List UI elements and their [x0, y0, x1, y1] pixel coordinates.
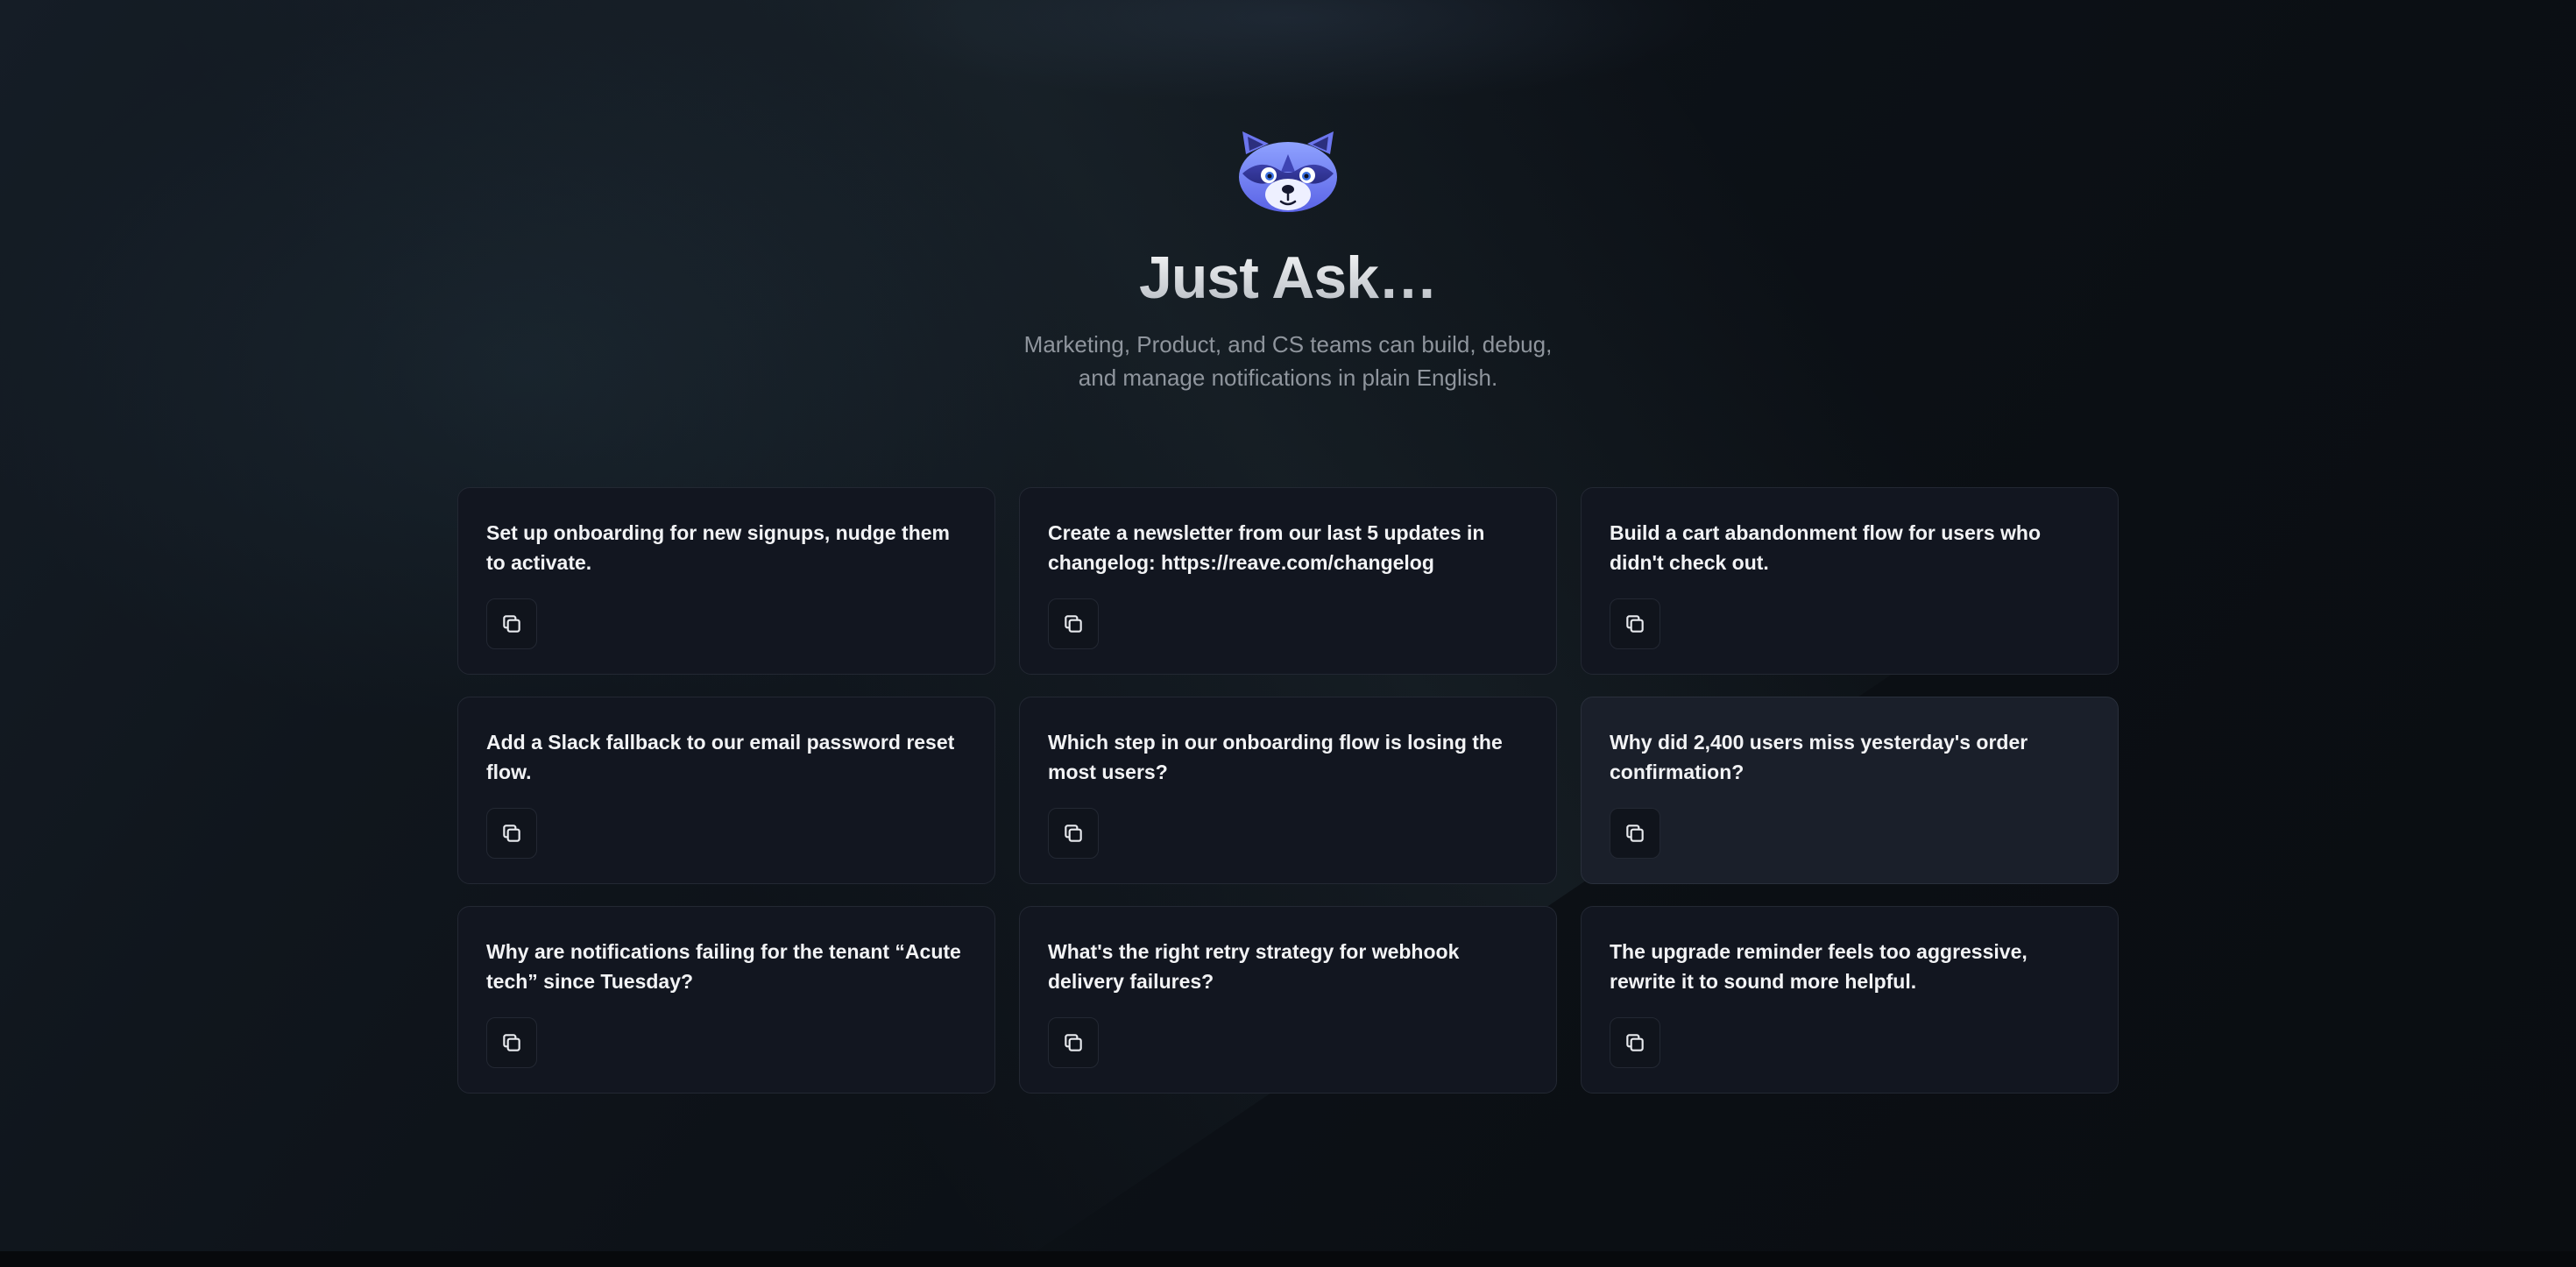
copy-button[interactable] [1048, 1017, 1099, 1068]
prompt-card[interactable]: Set up onboarding for new signups, nudge… [457, 487, 995, 675]
copy-button[interactable] [1610, 598, 1660, 649]
prompt-text: Create a newsletter from our last 5 upda… [1048, 521, 1485, 574]
prompt-grid: Set up onboarding for new signups, nudge… [457, 487, 2119, 1094]
page-title: Just Ask… [0, 238, 2576, 317]
prompt-text: Build a cart abandonment flow for users … [1610, 521, 2041, 574]
copy-icon [1065, 1034, 1082, 1051]
copy-button[interactable] [1610, 1017, 1660, 1068]
copy-button[interactable] [486, 808, 537, 859]
prompt-card-hovered[interactable]: Why did 2,400 users miss yesterday's ord… [1581, 697, 2119, 884]
copy-icon [503, 825, 520, 842]
prompt-text: Why did 2,400 users miss yesterday's ord… [1610, 731, 2028, 783]
copy-icon [503, 615, 520, 633]
copy-button[interactable] [486, 1017, 537, 1068]
copy-button[interactable] [1048, 598, 1099, 649]
subtitle-line-1: Marketing, Product, and CS teams can bui… [1023, 331, 1553, 357]
copy-icon [1626, 825, 1644, 842]
prompt-card[interactable]: The upgrade reminder feels too aggressiv… [1581, 906, 2119, 1094]
copy-icon [1626, 1034, 1644, 1051]
subtitle-line-2: and manage notifications in plain Englis… [1078, 365, 1498, 391]
page-subtitle: Marketing, Product, and CS teams can bui… [981, 328, 1595, 394]
copy-button[interactable] [1048, 808, 1099, 859]
prompt-text: Which step in our onboarding flow is los… [1048, 731, 1503, 783]
prompt-text: Why are notifications failing for the te… [486, 940, 961, 993]
copy-icon [1065, 615, 1082, 633]
prompt-card[interactable]: Add a Slack fallback to our email passwo… [457, 697, 995, 884]
prompt-text: Set up onboarding for new signups, nudge… [486, 521, 950, 574]
prompt-card[interactable]: Which step in our onboarding flow is los… [1019, 697, 1557, 884]
prompt-text: The upgrade reminder feels too aggressiv… [1610, 940, 2028, 993]
prompt-card[interactable]: Build a cart abandonment flow for users … [1581, 487, 2119, 675]
copy-icon [1065, 825, 1082, 842]
copy-icon [503, 1034, 520, 1051]
prompt-text: Add a Slack fallback to our email passwo… [486, 731, 955, 783]
copy-icon [1626, 615, 1644, 633]
prompt-card[interactable]: Create a newsletter from our last 5 upda… [1019, 487, 1557, 675]
prompt-card[interactable]: Why are notifications failing for the te… [457, 906, 995, 1094]
prompt-text: What's the right retry strategy for webh… [1048, 940, 1460, 993]
copy-button[interactable] [1610, 808, 1660, 859]
raccoon-icon [1239, 131, 1337, 212]
bottom-bar [0, 1251, 2576, 1267]
prompt-card[interactable]: What's the right retry strategy for webh… [1019, 906, 1557, 1094]
page: Just Ask… Marketing, Product, and CS tea… [0, 0, 2576, 1267]
copy-button[interactable] [486, 598, 537, 649]
